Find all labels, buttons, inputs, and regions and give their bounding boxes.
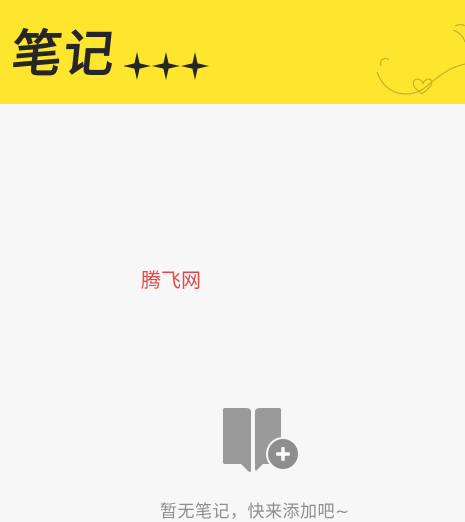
watermark-text: 腾飞网 — [141, 268, 201, 292]
add-notebook-icon[interactable] — [219, 406, 303, 474]
empty-state-message: 暂无笔记，快来添加吧~ — [160, 502, 350, 522]
page-title: 笔记 — [8, 25, 120, 83]
header-bar: 笔记 — [0, 0, 465, 104]
vine-doodle-icon — [376, 23, 465, 95]
sparkle-icon — [124, 52, 209, 80]
